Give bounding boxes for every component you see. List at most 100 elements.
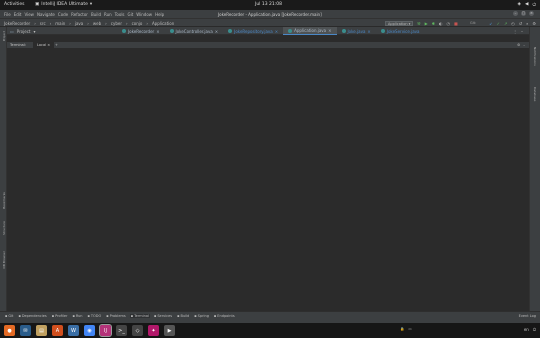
notifications-stripe-button[interactable]: Notifications — [533, 47, 537, 66]
menu-item-code[interactable]: Code — [58, 12, 68, 17]
db-browser-stripe-button[interactable]: DB Browser — [2, 251, 6, 268]
project-header[interactable]: ▭ Project ▾ — [10, 29, 35, 34]
menu-item-view[interactable]: View — [24, 12, 34, 17]
tool-window-spring[interactable]: ▪ Spring — [193, 314, 210, 318]
settings-icon[interactable]: ⚙ — [517, 43, 520, 47]
close-icon[interactable]: × — [156, 29, 159, 34]
menu-item-git[interactable]: Git — [128, 12, 134, 17]
close-icon[interactable]: × — [275, 29, 278, 34]
breadcrumb-item[interactable]: java — [75, 21, 83, 26]
breadcrumb-item[interactable]: src — [40, 21, 46, 26]
java-class-icon — [288, 28, 293, 33]
tool-window-endpoints[interactable]: ▪ Endpoints — [213, 314, 236, 318]
tool-window-todo[interactable]: ▪ TODO — [87, 314, 103, 318]
more-icon[interactable]: ⋮ — [513, 29, 517, 34]
close-icon[interactable]: × — [367, 29, 370, 34]
menu-item-run[interactable]: Run — [104, 12, 112, 17]
app-dock-icon[interactable]: ✦ — [148, 325, 159, 336]
run-icon[interactable]: ▶ — [425, 21, 428, 26]
close-button[interactable]: × — [529, 11, 534, 16]
terminal-area[interactable] — [7, 48, 529, 310]
software-icon[interactable]: A — [52, 325, 63, 336]
tool-window-build[interactable]: ▪ Build — [176, 314, 190, 318]
writer-icon[interactable]: W — [68, 325, 79, 336]
network-icon[interactable]: ◈ — [518, 2, 521, 8]
terminal-controls: ⚙ – — [517, 43, 525, 47]
editor-tab[interactable]: JokeRepository.java × — [223, 27, 283, 35]
breadcrumb: JokeRecorder › src › main › java › web › cyber › con… — [4, 21, 174, 26]
chrome-icon[interactable]: ◉ — [84, 325, 95, 336]
tool-window-problems[interactable]: ▪ Problems — [105, 314, 127, 318]
menu-item-refactor[interactable]: Refactor — [71, 12, 88, 17]
thunderbird-icon[interactable]: ✉ — [20, 325, 31, 336]
tool-window-git[interactable]: ▪ Git — [4, 314, 14, 318]
minimize-icon[interactable]: – — [523, 43, 525, 47]
maximize-button[interactable]: □ — [521, 11, 526, 16]
app-menu[interactable]: ▣ IntelliJ IDEA Ultimate ▾ — [35, 2, 92, 7]
menu-item-edit[interactable]: Edit — [14, 12, 22, 17]
chevron-right-icon: › — [125, 21, 128, 26]
bookmarks-stripe-button[interactable]: Bookmarks — [2, 192, 6, 209]
new-terminal-button[interactable]: + — [55, 43, 58, 47]
terminal-dock-icon[interactable]: >_ — [116, 325, 127, 336]
editor-tab[interactable]: JokeService.java — [376, 27, 425, 35]
event-log-button[interactable]: Event Log — [519, 314, 536, 318]
power-icon[interactable]: ⏻ — [532, 2, 536, 8]
database-stripe-button[interactable]: Database — [533, 87, 537, 101]
firefox-icon[interactable]: ● — [4, 325, 15, 336]
breadcrumb-item[interactable]: conjo — [132, 21, 143, 26]
tool-window-dependencies[interactable]: ▪ Dependencies — [17, 314, 47, 318]
breadcrumb-item[interactable]: JokeRecorder — [4, 21, 30, 26]
profile-icon[interactable]: ◷ — [447, 21, 451, 26]
system-tray[interactable]: ◈ ◀ ⏻ — [518, 2, 537, 8]
editor-tab[interactable]: Application.java × — [283, 27, 337, 35]
menu-item-tools[interactable]: Tools — [115, 12, 125, 17]
editor-tab-label: JokeController.java — [175, 28, 213, 34]
menu-item-navigate[interactable]: Navigate — [37, 12, 55, 17]
breadcrumb-item[interactable]: Application — [152, 21, 174, 26]
history-icon[interactable]: ◴ — [511, 21, 515, 26]
breadcrumb-item[interactable]: web — [93, 21, 101, 26]
project-stripe-button[interactable]: Project — [2, 31, 6, 41]
git-commit-icon[interactable]: ✓ — [497, 21, 500, 26]
search-icon[interactable]: ⌕ — [526, 21, 528, 26]
run-config-dropdown[interactable]: Application ▾ — [385, 20, 413, 26]
settings-icon[interactable]: ⚙ — [532, 21, 536, 26]
media-dock-icon[interactable]: ▶ — [164, 325, 175, 336]
git-update-icon[interactable]: ↙ — [489, 21, 492, 26]
structure-stripe-button[interactable]: Structure — [2, 221, 6, 235]
menu-item-window[interactable]: Window — [136, 12, 152, 17]
run-toolbar: ⚒ ▶ ✱ ◐ ◷ ■ — [417, 21, 458, 26]
power-icon[interactable]: ⏻ — [533, 327, 536, 332]
tool-window-terminal[interactable]: ▪ Terminal — [129, 314, 150, 318]
close-icon[interactable]: × — [328, 28, 331, 33]
breadcrumb-item[interactable]: main — [55, 21, 65, 26]
build-icon[interactable]: ⚒ — [417, 21, 421, 26]
files-icon[interactable]: ▤ — [36, 325, 47, 336]
minimize-icon[interactable]: – — [521, 29, 523, 34]
editor-tab[interactable]: JokeController.java × — [165, 27, 224, 35]
debug-icon[interactable]: ✱ — [432, 21, 435, 26]
tool-window-buttons: ▪ Git ▪ Dependencies ▪ Profiler ▪ Run ▪ TODO ▪ Prob… — [4, 314, 236, 318]
tool-window-services[interactable]: ▪ Services — [153, 314, 173, 318]
minimize-button[interactable]: – — [513, 11, 518, 16]
system-clock[interactable]: Jul 13 21:08 — [255, 2, 282, 7]
git-push-icon[interactable]: ↗ — [504, 21, 507, 26]
menu-item-file[interactable]: File — [4, 12, 11, 17]
close-icon[interactable]: × — [215, 29, 218, 34]
menu-item-help[interactable]: Help — [155, 12, 164, 17]
tool-dock-icon[interactable]: ◇ — [132, 325, 143, 336]
intellij-dock-icon[interactable]: IJ — [99, 324, 112, 337]
editor-tab[interactable]: JokeRecorder × — [117, 27, 165, 35]
activities-button[interactable]: Activities — [4, 2, 25, 7]
breadcrumb-item[interactable]: cyber — [111, 21, 122, 26]
rollback-icon[interactable]: ↺ — [519, 21, 522, 26]
coverage-icon[interactable]: ◐ — [439, 21, 443, 26]
menu-item-build[interactable]: Build — [91, 12, 101, 17]
stop-icon[interactable]: ■ — [454, 21, 458, 26]
editor-tab[interactable]: Joke.java × — [337, 27, 376, 35]
volume-icon[interactable]: ◀ — [525, 2, 528, 8]
language-indicator[interactable]: en — [524, 327, 529, 332]
tool-window-profiler[interactable]: ▪ Profiler — [51, 314, 69, 318]
tool-window-run[interactable]: ▪ Run — [71, 314, 83, 318]
